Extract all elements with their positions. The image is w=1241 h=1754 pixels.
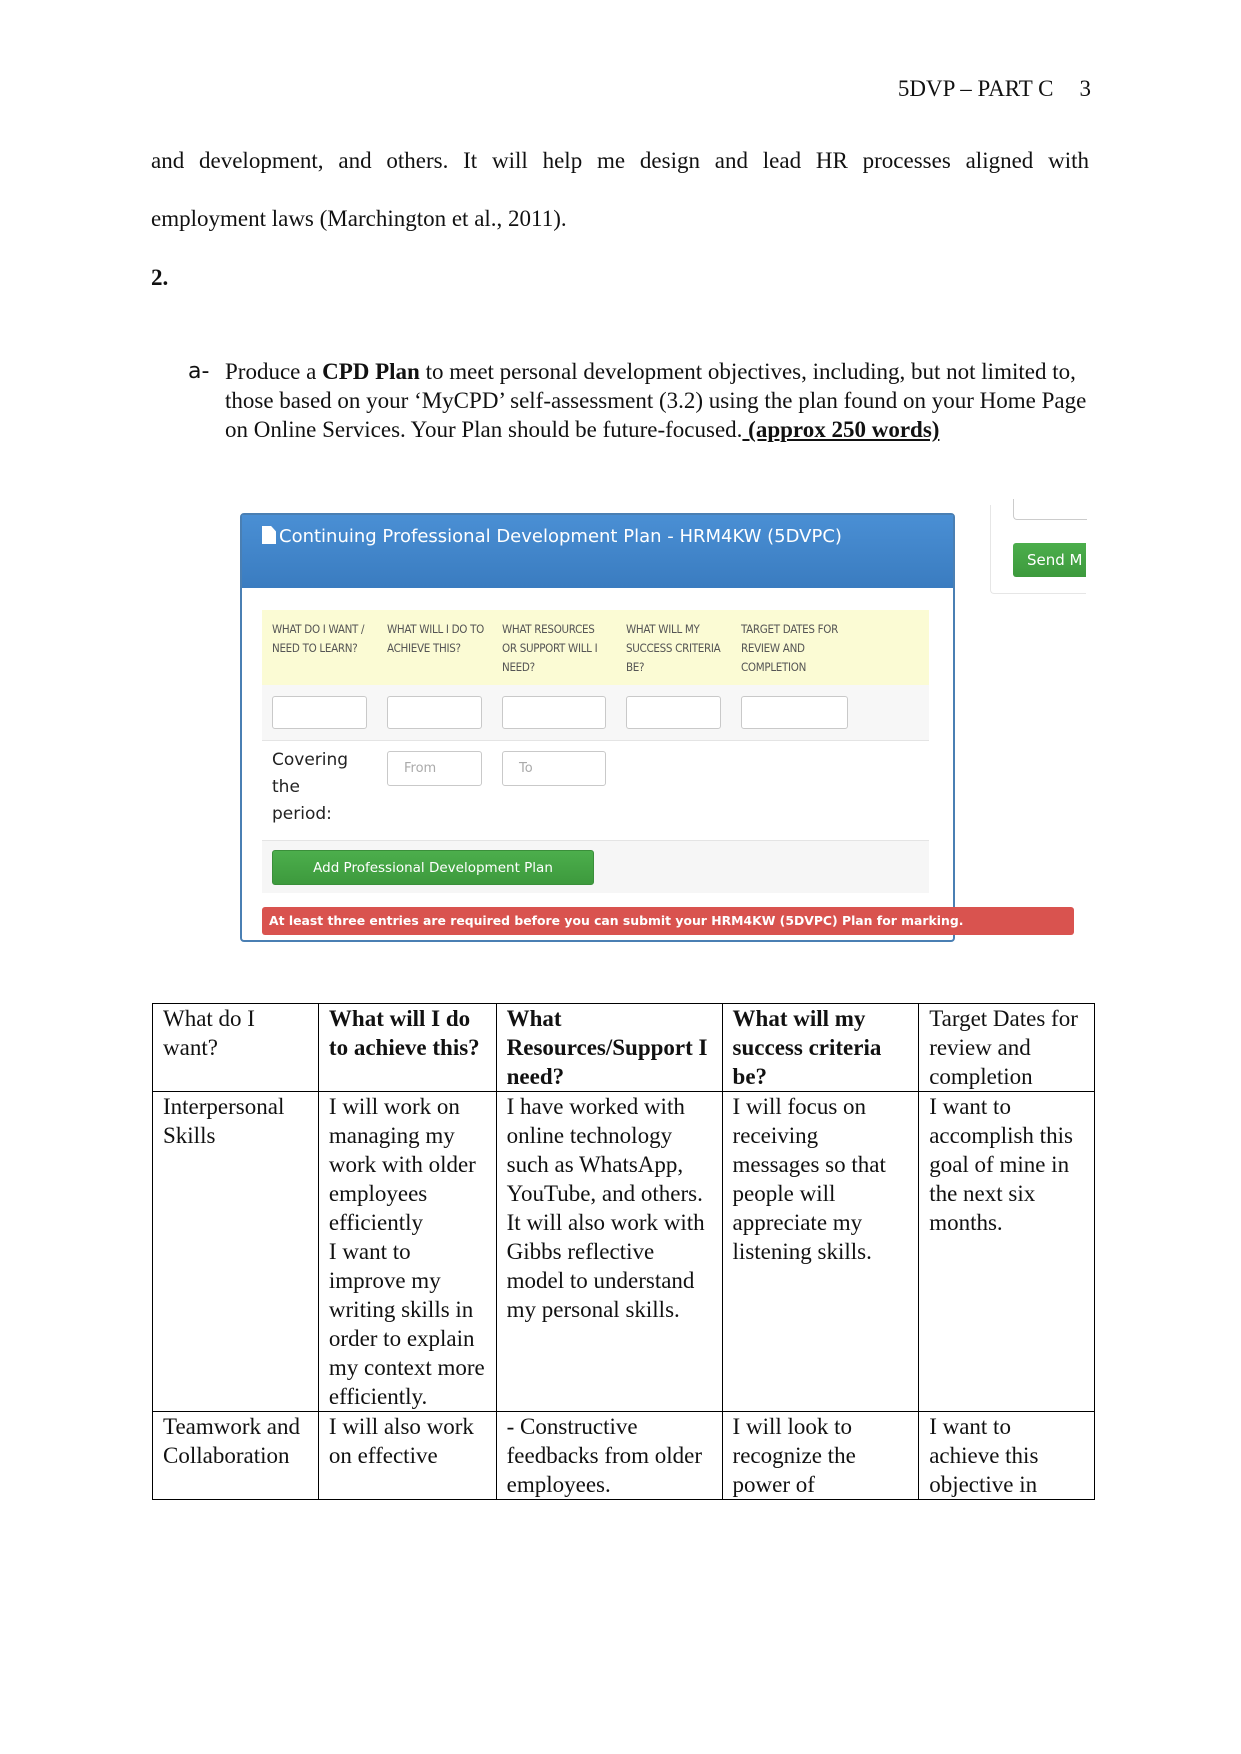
cpd-plan-table: What do I want? What will I do to achiev…: [152, 1003, 1095, 1500]
entry-row: [262, 685, 929, 741]
question-a: a- Produce a CPD Plan to meet personal d…: [188, 357, 1090, 444]
side-panel: Send M: [990, 499, 1087, 594]
add-plan-button[interactable]: Add Professional Development Plan: [272, 850, 594, 885]
table-cell: I will focus on receiving messages so th…: [721, 1091, 920, 1412]
question-text: Produce a CPD Plan to meet personal deve…: [225, 357, 1090, 444]
table-cell: I want to achieve this objective in: [918, 1411, 1095, 1500]
column-header: WHAT WILL I DO TO ACHIEVE THIS?: [387, 622, 484, 655]
side-input[interactable]: [1013, 499, 1087, 520]
to-date-input[interactable]: To: [502, 751, 606, 786]
table-cell: I will also work on effective: [317, 1411, 497, 1500]
table-cell: Teamwork and Collaboration: [152, 1411, 319, 1500]
header-cell: What will I do to achieve this?: [317, 1003, 497, 1092]
question-text-start: Produce a: [225, 359, 323, 384]
period-label: Covering the period:: [272, 750, 349, 824]
table-cell: I will work on managing my work with old…: [317, 1091, 497, 1412]
success-criteria-input[interactable]: [626, 696, 721, 729]
column-header: TARGET DATES FOR REVIEW AND COMPLETION: [741, 622, 838, 674]
table-cell: I will look to recognize the power of: [721, 1411, 920, 1500]
section-number: 2.: [151, 265, 169, 290]
from-date-input[interactable]: From: [387, 751, 482, 786]
panel-header: Continuing Professional Development Plan…: [242, 515, 953, 588]
cpd-plan-panel: Continuing Professional Development Plan…: [240, 513, 1074, 942]
running-title: 5DVP – PART C: [897, 76, 1054, 101]
page-number: 3: [1079, 76, 1092, 101]
button-row: Add Professional Development Plan: [262, 840, 929, 893]
table-cell: Interpersonal Skills: [152, 1091, 319, 1412]
header-cell: What will my success criteria be?: [721, 1003, 920, 1092]
column-header: WHAT RESOURCES OR SUPPORT WILL I NEED?: [502, 622, 598, 674]
table-row: Teamwork and Collaboration I will also w…: [152, 1411, 1095, 1500]
achieve-input[interactable]: [387, 696, 482, 729]
question-bold-term: CPD Plan: [322, 359, 420, 384]
learn-input[interactable]: [272, 696, 367, 729]
table-header-row: What do I want? What will I do to achiev…: [152, 1003, 1095, 1092]
column-headers: WHAT DO I WANT / NEED TO LEARN? WHAT WIL…: [262, 610, 929, 685]
table-cell: I want to accomplish this goal of mine i…: [918, 1091, 1095, 1412]
resources-input[interactable]: [502, 696, 606, 729]
word-count-note: (approx 250 words): [742, 417, 940, 442]
document-icon: [262, 526, 276, 544]
table-row: Interpersonal Skills I will work on mana…: [152, 1091, 1095, 1412]
body-paragraph-end: employment laws (Marchington et al., 201…: [151, 206, 567, 231]
body-paragraph-continued: and development, and others. It will hel…: [151, 148, 1089, 173]
submission-alert: At least three entries are required befo…: [262, 907, 1074, 935]
cpd-plan-screenshot: Continuing Professional Development Plan…: [225, 499, 1087, 945]
target-dates-input[interactable]: [741, 696, 848, 729]
header-cell: What do I want?: [152, 1003, 319, 1092]
header-cell: Target Dates for review and completion: [918, 1003, 1095, 1092]
panel-title: Continuing Professional Development Plan…: [279, 526, 842, 547]
header-cell: What Resources/Support I need?: [495, 1003, 723, 1092]
column-header: WHAT WILL MY SUCCESS CRITERIA BE?: [626, 622, 721, 674]
table-cell: I have worked with online technology suc…: [495, 1091, 723, 1412]
column-header: WHAT DO I WANT / NEED TO LEARN?: [272, 622, 365, 655]
send-button[interactable]: Send M: [1013, 543, 1086, 577]
table-cell: - Constructive feedbacks from older empl…: [495, 1411, 723, 1500]
list-marker: a-: [188, 359, 210, 384]
page-header: 5DVP – PART C 3: [898, 76, 1091, 102]
